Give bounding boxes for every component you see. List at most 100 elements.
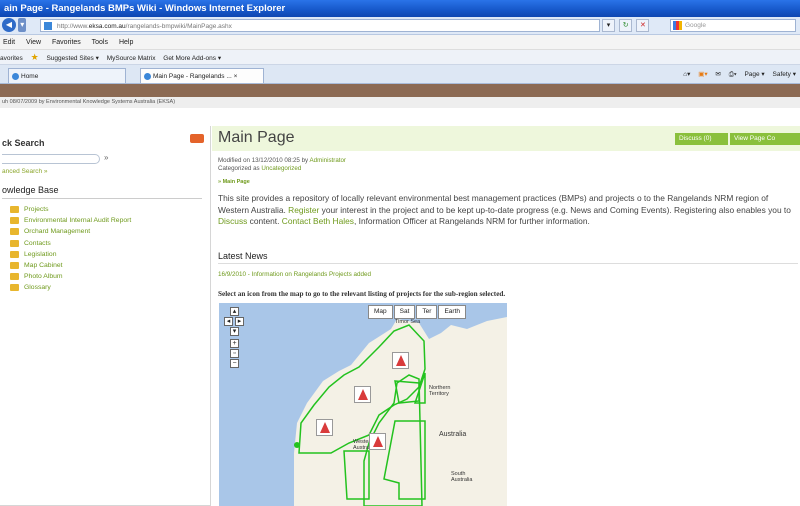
home-icon[interactable]: ⌂▾ [683, 71, 690, 78]
map-label-sea: Timor Sea [395, 319, 421, 325]
forward-dropdown-icon[interactable]: ▾ [18, 18, 27, 32]
zoom-level-icon[interactable]: ▫ [230, 349, 239, 358]
dropdown-icon[interactable]: ▾ [602, 19, 615, 32]
advanced-search-link[interactable]: anced Search » [2, 168, 48, 175]
menu-bar: Edit View Favorites Tools Help [0, 35, 800, 50]
search-placeholder: Google [685, 22, 706, 29]
google-icon [673, 21, 682, 30]
register-link[interactable]: Register [288, 205, 319, 215]
site-header-bar [0, 84, 800, 97]
discuss-link[interactable]: Discuss [218, 216, 247, 226]
cmd-safety[interactable]: Safety ▾ [773, 71, 797, 78]
tab-home-label: Home [21, 73, 39, 80]
folder-icon [10, 239, 19, 247]
discuss-button[interactable]: Discuss (0) [675, 133, 728, 145]
quick-search-go[interactable]: » [104, 153, 108, 162]
divider [2, 198, 202, 199]
kb-item-audit-report[interactable]: Environmental Internal Audit Report [0, 215, 210, 226]
intro-text: your interest in the project and to be k… [321, 204, 791, 215]
menu-edit[interactable]: Edit [3, 39, 15, 46]
url-prefix: http://www. [57, 23, 89, 30]
kb-item-label: Photo Album [24, 273, 63, 281]
rss-icon[interactable] [190, 134, 204, 143]
refresh-icon[interactable]: ↻ [619, 19, 633, 32]
feeds-icon[interactable]: ▣▾ [698, 71, 707, 78]
page-title-bar: Main Page Discuss (0) View Page Co [212, 126, 800, 151]
kb-item-legislation[interactable]: Legislation [0, 249, 210, 260]
contact-link[interactable]: Contact Beth Hales [282, 216, 354, 226]
kb-item-glossary[interactable]: Glossary [0, 282, 210, 293]
region-marker-icon[interactable] [392, 352, 409, 369]
address-input[interactable]: http://www.eksa.com.au/rangelands-bmpwik… [40, 19, 600, 32]
breadcrumb[interactable]: » Main Page [218, 179, 250, 185]
region-marker-icon[interactable] [354, 386, 371, 403]
favorites-label[interactable]: avorites [0, 55, 23, 62]
menu-help[interactable]: Help [119, 39, 133, 46]
mail-icon[interactable]: ✉ [715, 71, 720, 78]
latest-news-title: Latest News [218, 251, 268, 261]
tab-home[interactable]: Home [8, 68, 126, 83]
kb-item-photo-album[interactable]: Photo Album [0, 271, 210, 282]
command-bar: ⌂▾ ▣▾ ✉ ⎙▾ Page ▾ Safety ▾ [677, 69, 796, 81]
map-type-buttons: Map Sat Ter Earth [368, 305, 467, 319]
map-type-earth[interactable]: Earth [438, 305, 466, 319]
kb-item-map-cabinet[interactable]: Map Cabinet [0, 260, 210, 271]
map-type-map[interactable]: Map [368, 305, 393, 319]
pan-left-icon[interactable]: ◂ [224, 317, 233, 326]
folder-icon [10, 261, 19, 269]
news-item-link[interactable]: 16/9/2010 - Information on Rangelands Pr… [218, 271, 371, 278]
sidebar: ck Search » anced Search » owledge Base … [0, 126, 211, 506]
tab-bar: Home Main Page - Rangelands ... × ⌂▾ ▣▾ … [0, 65, 800, 84]
map[interactable]: Map Sat Ter Earth ▴ ◂ ▸ ▾ + ▫ − Timor Sea N… [219, 303, 507, 506]
address-bar: ◀ ▾ http://www.eksa.com.au/rangelands-bm… [0, 17, 800, 35]
pan-down-icon[interactable]: ▾ [230, 327, 239, 336]
kb-item-orchard[interactable]: Orchard Management [0, 226, 210, 237]
tab-main-page[interactable]: Main Page - Rangelands ... × [140, 68, 264, 83]
pan-up-icon[interactable]: ▴ [230, 307, 239, 316]
stop-icon[interactable]: ✕ [636, 19, 650, 32]
page-meta: Modified on 13/12/2010 08:25 by Administ… [218, 157, 346, 173]
map-label-australia: Australia [439, 431, 467, 438]
modified-by-link[interactable]: Administrator [310, 157, 346, 164]
back-icon[interactable]: ◀ [2, 18, 16, 32]
kb-item-contacts[interactable]: Contacts [0, 238, 210, 249]
search-input[interactable]: Google [670, 19, 796, 32]
region-marker-icon[interactable] [316, 419, 333, 436]
intro-text: , Information Officer at Rangelands NRM … [353, 216, 590, 226]
kb-item-projects[interactable]: Projects [0, 204, 210, 215]
zoom-out-icon[interactable]: − [230, 359, 239, 368]
address-buttons: ▾ ↻ ✕ [602, 19, 662, 32]
category-link[interactable]: Uncategorized [261, 165, 301, 172]
fav-get-addons[interactable]: Get More Add-ons ▾ [163, 55, 221, 62]
menu-favorites[interactable]: Favorites [52, 39, 81, 46]
kb-item-label: Environmental Internal Audit Report [24, 217, 132, 225]
knowledge-base-title: owledge Base [2, 185, 59, 195]
menu-tools[interactable]: Tools [92, 39, 108, 46]
map-label-sa: South Australia [451, 471, 473, 483]
intro-paragraph: This site provides a repository of local… [218, 193, 800, 228]
pan-right-icon[interactable]: ▸ [235, 317, 244, 326]
zoom-in-icon[interactable]: + [230, 339, 239, 348]
kb-item-label: Projects [24, 206, 49, 213]
fav-mysource-matrix[interactable]: MySource Matrix [107, 55, 156, 62]
cmd-page[interactable]: Page ▾ [744, 71, 764, 78]
map-type-sat[interactable]: Sat [393, 305, 416, 319]
folder-icon [10, 206, 19, 213]
add-favorite-icon[interactable]: ★ [31, 52, 39, 62]
region-marker-icon[interactable] [369, 433, 386, 450]
print-icon[interactable]: ⎙▾ [729, 71, 737, 78]
tab-main-page-label: Main Page - Rangelands ... × [153, 73, 238, 80]
kb-item-label: Map Cabinet [24, 261, 63, 269]
map-type-ter[interactable]: Ter [416, 305, 438, 319]
intro-text: content. [249, 216, 280, 226]
home-page-icon [12, 73, 19, 80]
menu-view[interactable]: View [26, 39, 41, 46]
modified-text: Modified on 13/12/2010 08:25 by [218, 157, 309, 164]
view-page-code-button[interactable]: View Page Co [730, 133, 800, 145]
quick-search-input[interactable] [2, 154, 100, 164]
fav-suggested-sites[interactable]: Suggested Sites ▾ [46, 55, 98, 62]
map-label-nt: Northern Territory [429, 385, 451, 397]
kb-item-label: Glossary [24, 284, 51, 292]
folder-icon [10, 273, 19, 281]
url-path: /rangelands-bmpwiki/MainPage.ashx [125, 23, 232, 30]
